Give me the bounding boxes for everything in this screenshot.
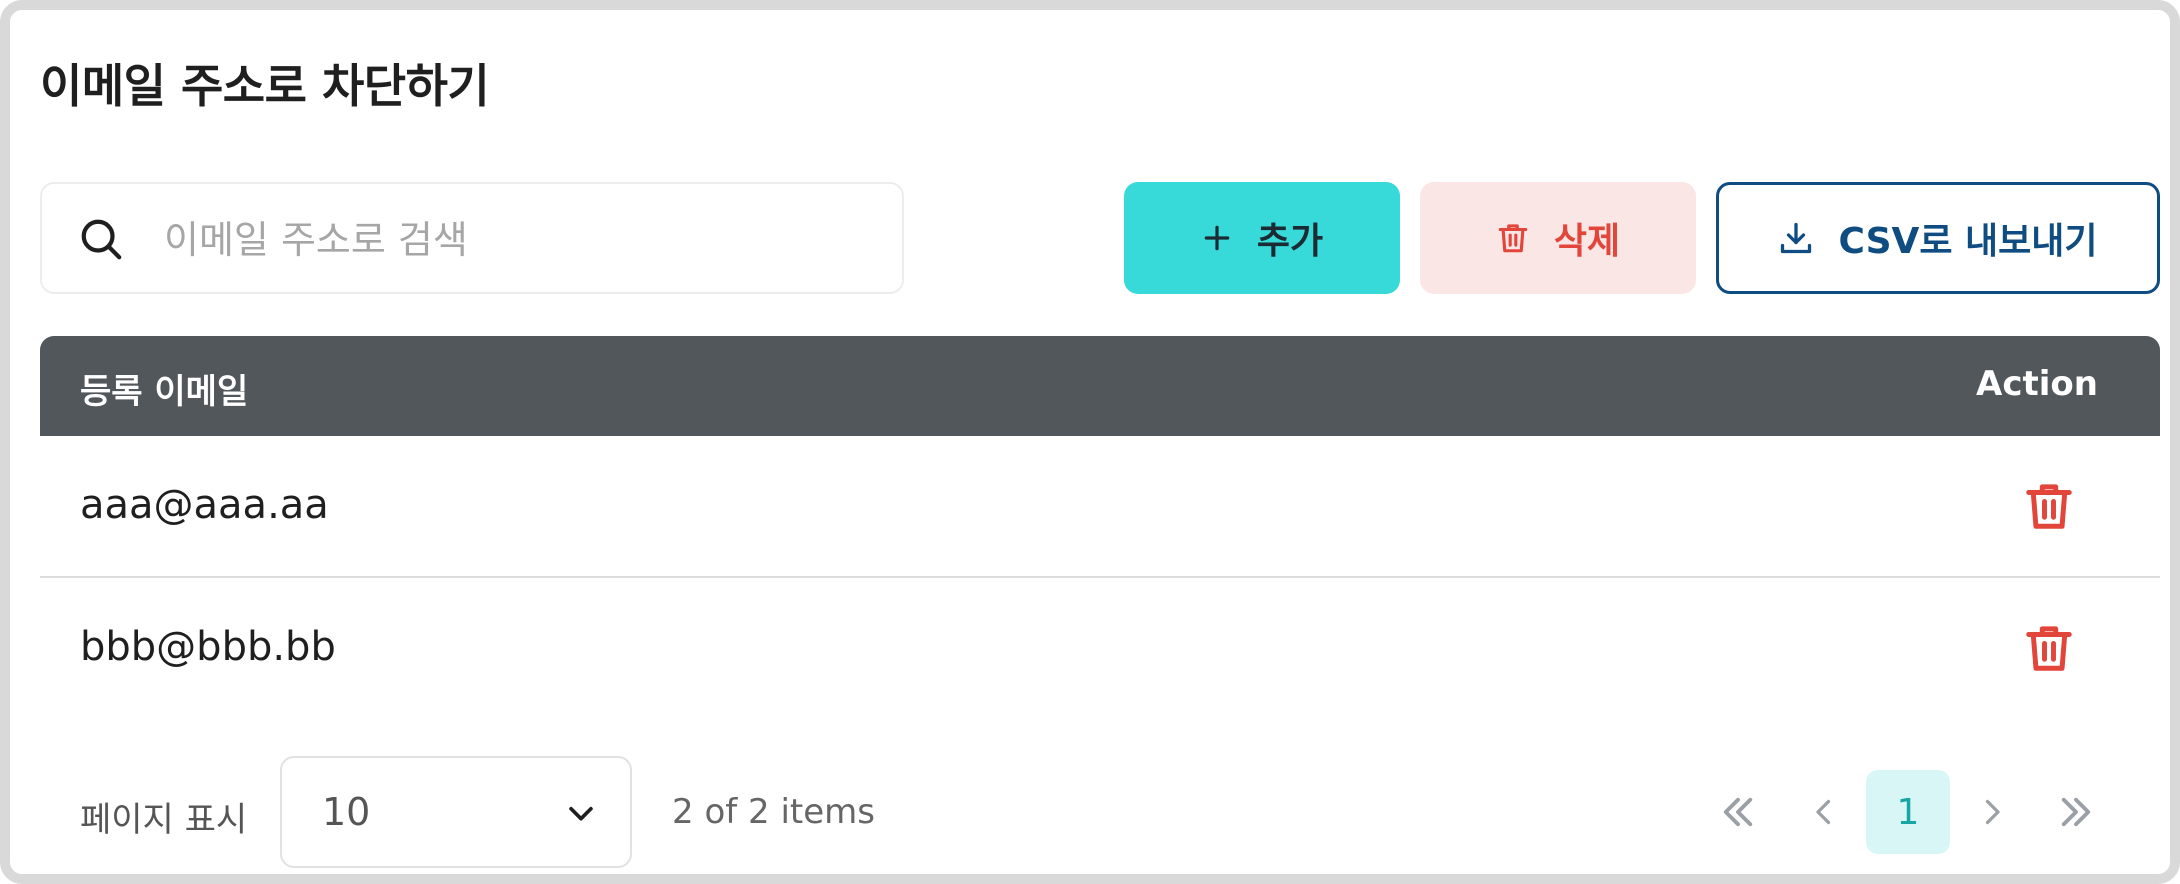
page-size-label: 페이지 표시 [80, 800, 248, 840]
last-page-button[interactable] [2034, 770, 2118, 854]
add-button-label: 추가 [1256, 221, 1324, 262]
column-header-action: Action [1976, 364, 2098, 404]
download-icon [1781, 222, 1812, 254]
export-csv-label: CSV로 내보내기 [1838, 221, 2098, 262]
double-chevron-left-icon [1723, 797, 1753, 827]
table-row: aaa@aaa.aa [40, 436, 2160, 578]
page-button-1[interactable]: 1 [1866, 770, 1950, 854]
page-title: 이메일 주소로 차단하기 [40, 59, 490, 113]
table-header: 등록 이메일 Action [40, 336, 2160, 436]
double-chevron-right-icon [2061, 797, 2091, 827]
trash-icon [1498, 224, 1528, 253]
row-email: aaa@aaa.aa [80, 482, 329, 528]
table-row: bbb@bbb.bb [40, 578, 2160, 720]
page-size-value: 10 [322, 790, 371, 834]
add-button[interactable]: 추가 [1124, 182, 1400, 294]
items-summary: 2 of 2 items [672, 792, 875, 832]
export-csv-button[interactable]: CSV로 내보내기 [1716, 182, 2160, 294]
chevron-down-icon [569, 806, 593, 821]
chevron-left-icon [1816, 799, 1831, 825]
search-input[interactable] [162, 204, 866, 276]
next-page-button[interactable] [1950, 770, 2034, 854]
delete-button-label: 삭제 [1553, 221, 1621, 262]
column-header-email: 등록 이메일 [80, 372, 249, 412]
delete-button[interactable]: 삭제 [1420, 182, 1696, 294]
search-box[interactable] [40, 182, 904, 294]
plus-icon [1204, 225, 1230, 251]
trash-icon[interactable] [2022, 479, 2076, 533]
prev-page-button[interactable] [1782, 770, 1866, 854]
first-page-button[interactable] [1696, 770, 1780, 854]
panel: 이메일 주소로 차단하기 추가 삭제 CSV로 내보내기 등록 이메일 Acti… [0, 0, 2180, 884]
chevron-right-icon [1985, 799, 2000, 825]
page-size-select[interactable]: 10 [280, 756, 632, 868]
search-icon [81, 219, 122, 260]
row-email: bbb@bbb.bb [80, 624, 336, 670]
trash-icon[interactable] [2022, 621, 2076, 675]
